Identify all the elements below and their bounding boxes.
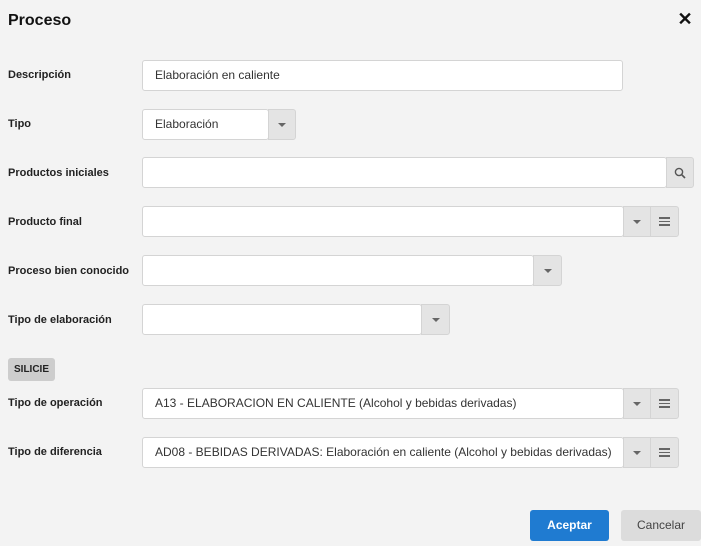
cancel-button[interactable]: Cancelar <box>621 510 701 541</box>
productos-iniciales-label: Productos iniciales <box>8 167 109 179</box>
tipo-diferencia-select[interactable]: AD08 - BEBIDAS DERIVADAS: Elaboración en… <box>142 437 624 468</box>
productos-iniciales-search-button[interactable] <box>666 157 694 188</box>
chevron-down-icon <box>633 401 641 406</box>
proceso-bien-conocido-dropdown-button[interactable] <box>533 255 562 286</box>
tipo-diferencia-list-button[interactable] <box>650 437 679 468</box>
chevron-down-icon <box>633 219 641 224</box>
silicie-section-badge: SILICIE <box>8 358 56 381</box>
producto-final-list-button[interactable] <box>650 206 679 237</box>
chevron-down-icon <box>543 268 552 273</box>
tipo-operacion-dropdown-button[interactable] <box>623 388 651 419</box>
tipo-operacion-label: Tipo de operación <box>8 397 103 409</box>
tipo-elaboracion-dropdown-button[interactable] <box>421 304 450 335</box>
tipo-diferencia-dropdown-button[interactable] <box>623 437 651 468</box>
close-icon[interactable]: ✕ <box>676 10 694 28</box>
tipo-operacion-select[interactable]: A13 - ELABORACION EN CALIENTE (Alcohol y… <box>142 388 624 419</box>
descripcion-label: Descripción <box>8 69 71 81</box>
proceso-bien-conocido-label: Proceso bien conocido <box>8 265 130 277</box>
producto-final-select[interactable] <box>142 206 624 237</box>
producto-final-dropdown-button[interactable] <box>623 206 651 237</box>
tipo-diferencia-label: Tipo de diferencia <box>8 446 102 458</box>
descripcion-input[interactable]: Elaboración en caliente <box>142 60 623 91</box>
proceso-bien-conocido-select[interactable] <box>142 255 534 286</box>
tipo-elaboracion-select[interactable] <box>142 304 422 335</box>
tipo-operacion-list-button[interactable] <box>650 388 679 419</box>
tipo-dropdown-button[interactable] <box>268 109 296 140</box>
accept-button[interactable]: Aceptar <box>530 510 609 541</box>
dialog-title: Proceso <box>8 12 72 29</box>
tipo-label: Tipo <box>8 118 32 130</box>
chevron-down-icon <box>431 317 440 322</box>
list-icon <box>659 397 670 410</box>
producto-final-label: Producto final <box>8 216 82 228</box>
chevron-down-icon <box>633 450 641 455</box>
tipo-elaboracion-label: Tipo de elaboración <box>8 314 112 326</box>
productos-iniciales-input[interactable] <box>142 157 667 188</box>
chevron-down-icon <box>278 122 286 127</box>
list-icon <box>659 446 670 459</box>
search-icon <box>674 167 686 179</box>
tipo-select[interactable]: Elaboración <box>142 109 269 140</box>
list-icon <box>659 215 670 228</box>
